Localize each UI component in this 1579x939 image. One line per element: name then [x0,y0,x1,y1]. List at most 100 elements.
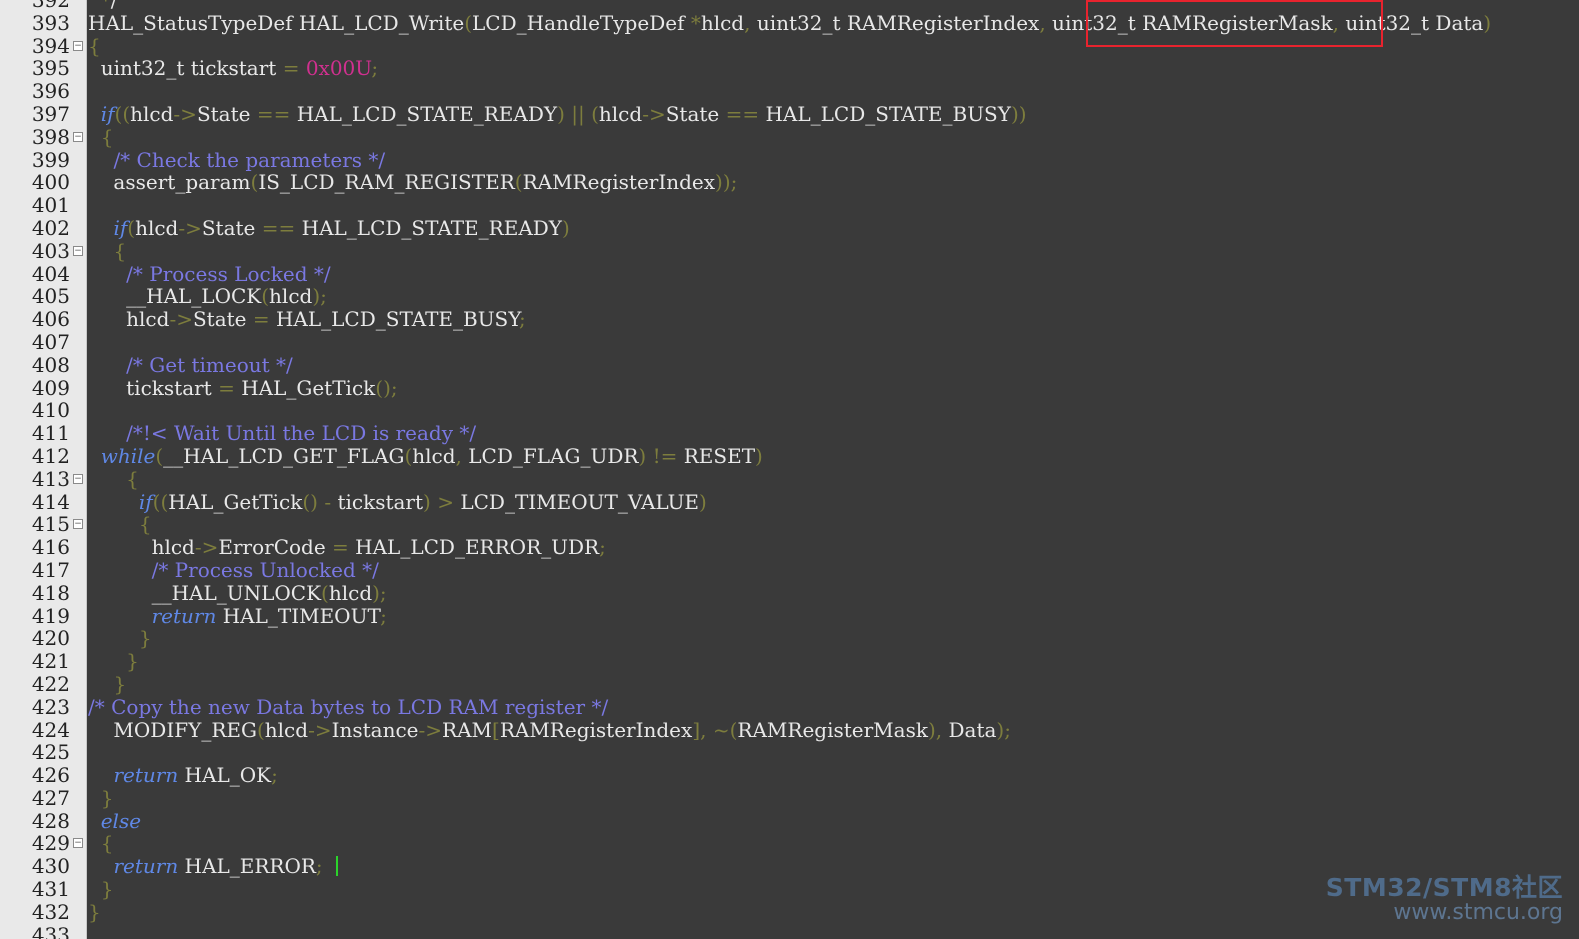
line-number: 398 [31,124,70,149]
line-number: 396 [31,79,70,104]
code-line[interactable]: 414 if((HAL_GetTick() - tickstart) > LCD… [0,489,1579,514]
fold-toggle-icon[interactable] [73,40,83,51]
line-number: 433 [31,922,70,939]
code-editor[interactable]: 392 */393 HAL_StatusTypeDef HAL_LCD_Write… [0,0,1579,939]
code-line[interactable]: 429 { [0,832,1579,855]
code-line[interactable]: 400 assert_param(IS_LCD_RAM_REGISTER(RAM… [0,171,1579,194]
fold-toggle-icon[interactable] [73,519,83,530]
code-line[interactable]: 404 /* Process Locked */ [0,261,1579,286]
line-number: 414 [31,489,70,514]
code-line[interactable]: 408 /* Get timeout */ [0,352,1579,377]
line-number: 408 [31,352,70,377]
code-text: __HAL_LOCK(hlcd); [88,284,327,309]
line-number: 394 [31,33,70,58]
line-number: 393 [31,10,70,35]
code-line[interactable]: 397 if((hlcd->State == HAL_LCD_STATE_REA… [0,103,1579,126]
code-line[interactable]: 433 [0,922,1579,939]
code-line[interactable]: 427 } [0,785,1579,810]
code-line[interactable]: 403 { [0,238,1579,263]
code-line[interactable]: 418 __HAL_UNLOCK(hlcd); [0,580,1579,605]
code-line[interactable]: 422 } [0,673,1579,696]
fold-toggle-icon[interactable] [73,245,83,256]
code-text: while(__HAL_LCD_GET_FLAG(hlcd, LCD_FLAG_… [100,443,763,468]
code-text: return HAL_OK; [113,763,278,788]
line-number: 416 [31,535,70,560]
line-number: 431 [31,877,70,902]
code-text: { [100,831,114,856]
code-text: return HAL_ERROR; [113,854,323,879]
code-text: /* Check the parameters */ [113,147,386,172]
code-line[interactable]: 398 { [0,124,1579,149]
line-number: 395 [31,56,70,81]
code-line[interactable]: 421 } [0,650,1579,673]
code-text: } [138,626,152,651]
code-text: hlcd->ErrorCode = HAL_LCD_ERROR_UDR; [88,535,606,560]
code-line[interactable]: 424 MODIFY_REG(hlcd->Instance->RAM[RAMRe… [0,717,1579,742]
code-line[interactable]: 426 return HAL_OK; [0,764,1579,787]
code-area[interactable]: 392 */393 HAL_StatusTypeDef HAL_LCD_Write… [0,0,1579,939]
line-number: 415 [31,512,70,537]
code-line[interactable]: 395 uint32_t tickstart = 0x00U; [0,57,1579,80]
code-line[interactable]: 419 return HAL_TIMEOUT; [0,604,1579,628]
code-line[interactable]: 411 /*!< Wait Until the LCD is ready */ [0,422,1579,445]
code-text: assert_param(IS_LCD_RAM_REGISTER(RAMRegi… [88,170,738,195]
line-number: 410 [31,398,70,423]
code-line[interactable]: 409 tickstart = HAL_GetTick(); [0,376,1579,400]
code-line[interactable]: 420 } [0,627,1579,650]
code-text: hlcd->State = HAL_LCD_STATE_BUSY; [88,307,526,332]
line-number: 413 [31,466,70,491]
line-number: 421 [31,649,70,674]
line-number: 404 [31,261,70,286]
code-text: } [113,671,127,696]
fold-toggle-icon[interactable] [73,473,83,484]
line-number: 420 [31,626,70,651]
code-text: else [100,808,142,833]
line-number: 405 [31,284,70,309]
watermark: STM32/STM8社区 www.stmcu.org [1326,868,1563,925]
code-line[interactable]: 423 /* Copy the new Data bytes to LCD RAM… [0,694,1579,719]
code-line[interactable]: 428 else [0,808,1579,833]
fold-toggle-icon[interactable] [73,838,83,849]
code-line[interactable]: 399 /* Check the parameters */ [0,147,1579,172]
line-number: 406 [31,307,70,332]
code-text: } [100,785,114,810]
line-number: 407 [31,329,70,354]
line-number: 422 [31,671,70,696]
code-line[interactable]: 410 [0,399,1579,422]
code-line[interactable]: 406 hlcd->State = HAL_LCD_STATE_BUSY; [0,308,1579,331]
code-text: /* Get timeout */ [126,352,293,377]
code-text: MODIFY_REG(hlcd->Instance->RAM[RAMRegist… [88,717,1011,742]
line-number: 401 [31,193,70,218]
watermark-brand: STM32/STM8社区 [1325,873,1563,902]
code-text: { [113,238,127,263]
code-line[interactable]: 405 __HAL_LOCK(hlcd); [0,285,1579,308]
code-text: uint32_t tickstart = 0x00U; [88,56,379,81]
code-line[interactable]: 412 while(__HAL_LCD_GET_FLAG(hlcd, LCD_F… [0,445,1579,468]
code-line[interactable]: 413 { [0,466,1579,491]
code-text: if((hlcd->State == HAL_LCD_STATE_READY) … [100,101,1027,126]
code-text: } [100,877,114,902]
line-number: 432 [31,899,70,924]
code-line[interactable]: 415 { [0,513,1579,536]
line-number: 423 [31,694,70,719]
code-line[interactable]: 417 /* Process Unlocked */ [0,559,1579,582]
code-text: { [88,33,101,58]
fold-toggle-icon[interactable] [73,131,83,142]
line-number: 428 [31,808,70,833]
code-line[interactable]: 425 [0,741,1579,764]
code-text: if((HAL_GetTick() - tickstart) > LCD_TIM… [138,489,707,514]
code-line[interactable]: 407 [0,331,1579,354]
line-number: 411 [31,421,70,446]
code-text: /*!< Wait Until the LCD is ready */ [126,421,477,446]
code-text: /* Process Unlocked */ [151,557,379,582]
code-line[interactable]: 396 [0,80,1579,103]
code-line[interactable]: 402 if(hlcd->State == HAL_LCD_STATE_READ… [0,217,1579,240]
code-line[interactable]: 401 [0,194,1579,217]
code-text: __HAL_UNLOCK(hlcd); [88,580,387,605]
code-text: if(hlcd->State == HAL_LCD_STATE_READY) [113,215,570,240]
code-text: /* Process Locked */ [126,261,331,286]
code-text: } [88,899,101,924]
code-text: } [126,649,139,674]
code-line[interactable]: 416 hlcd->ErrorCode = HAL_LCD_ERROR_UDR; [0,536,1579,559]
text-cursor [336,856,338,877]
